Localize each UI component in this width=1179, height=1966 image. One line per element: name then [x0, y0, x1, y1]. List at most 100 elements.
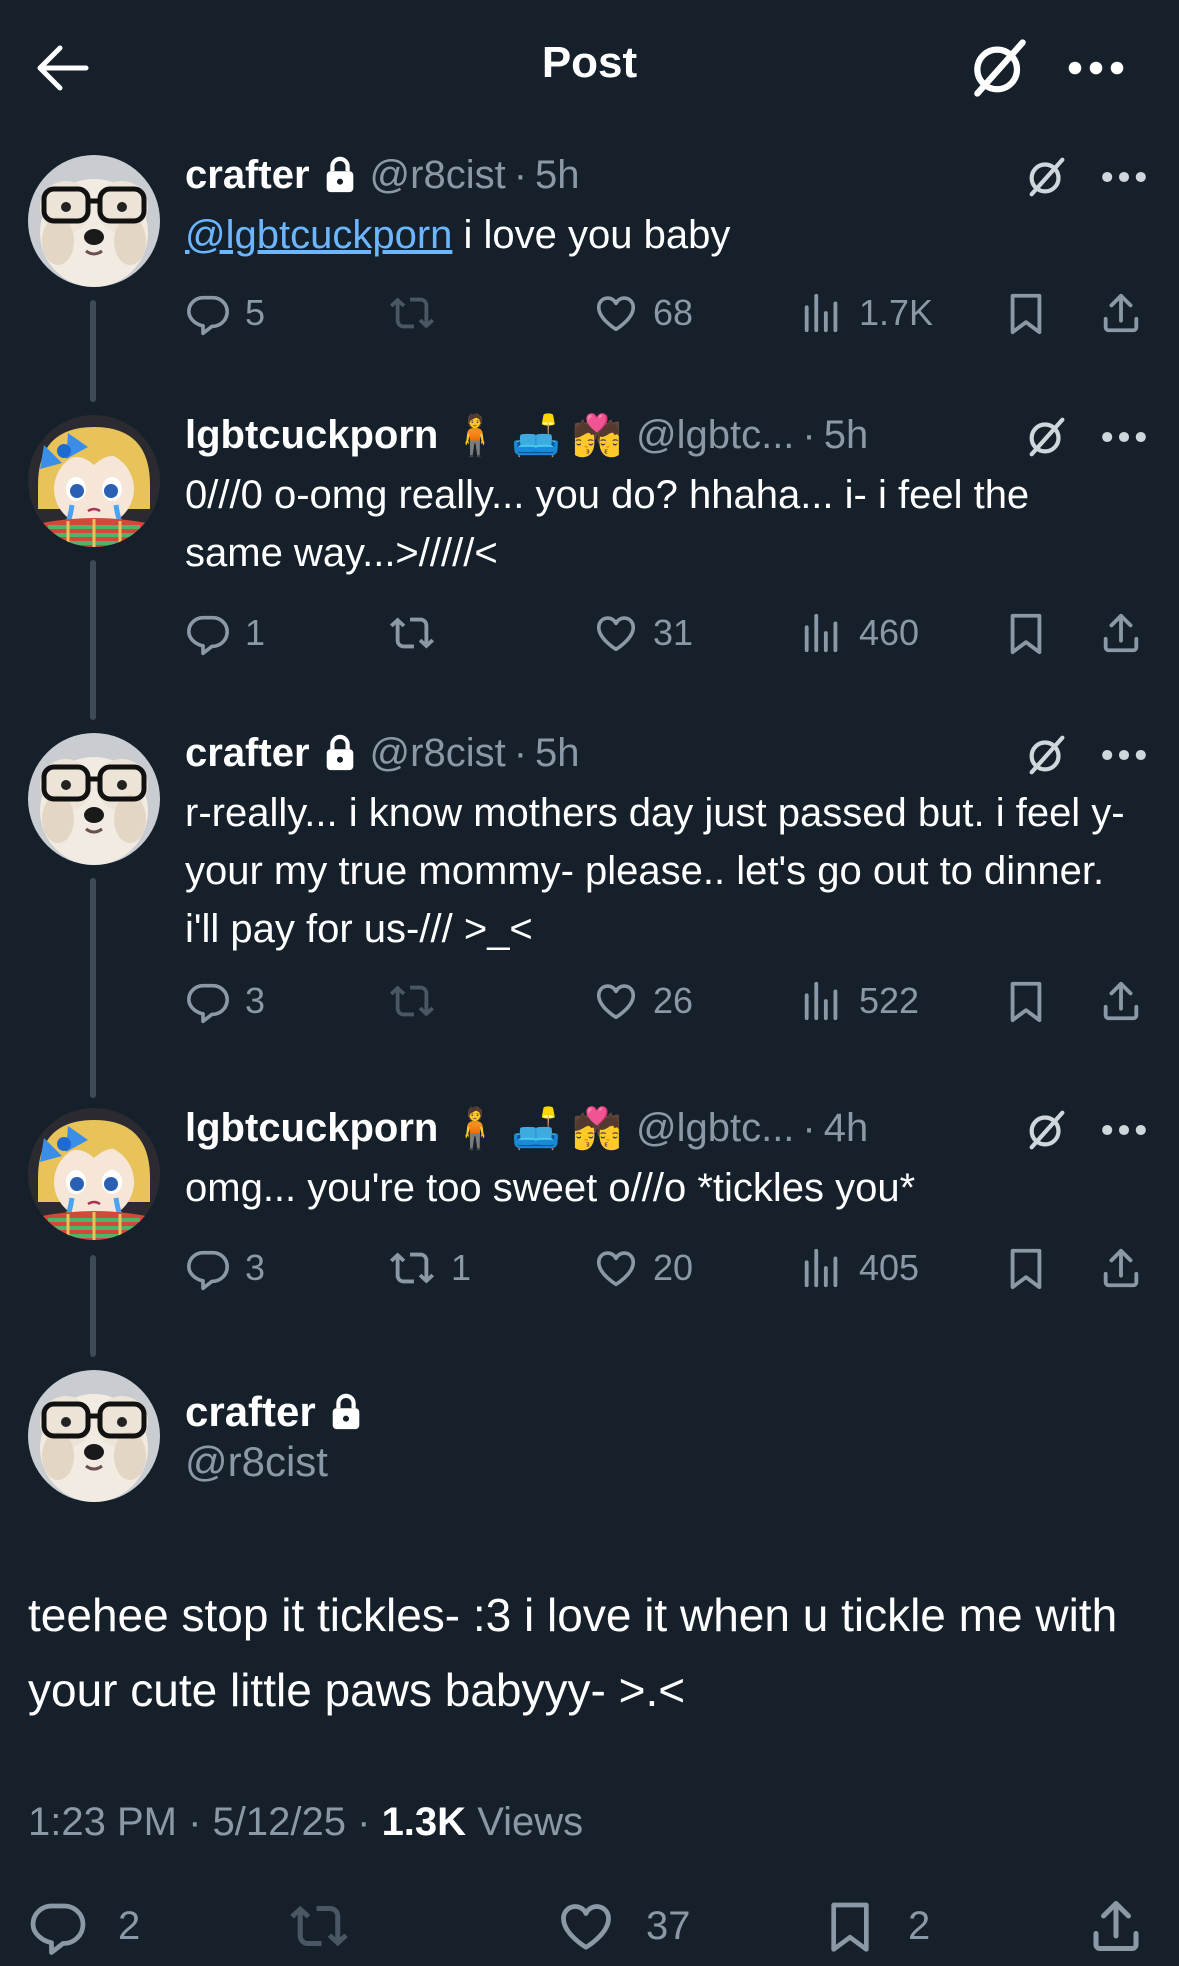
- separator-dot: ·: [802, 1105, 816, 1150]
- top-bar: Post: [0, 0, 1179, 136]
- repost-button[interactable]: [387, 608, 451, 658]
- timestamp[interactable]: 5h: [535, 731, 580, 776]
- like-button[interactable]: 26: [593, 976, 693, 1026]
- bookmark-button[interactable]: [1003, 608, 1063, 658]
- share-button[interactable]: [1098, 288, 1158, 338]
- bookmark-button[interactable]: [1003, 288, 1063, 338]
- timestamp[interactable]: 5h: [535, 153, 580, 198]
- avatar[interactable]: [28, 415, 160, 547]
- avatar[interactable]: [28, 1370, 160, 1502]
- tweet-text: r-really... i know mothers day just pass…: [185, 791, 1125, 951]
- share-button[interactable]: [1098, 1243, 1158, 1293]
- timestamp[interactable]: 4h: [824, 1106, 869, 1151]
- main-post-actions: 2 37 2: [0, 1896, 1179, 1956]
- tweet-header: lgbtcuckporn 🧍 🛋️ 💏 @lgbtc... · 4h: [185, 1103, 868, 1153]
- like-count: 20: [653, 1247, 694, 1288]
- like-count: 37: [646, 1903, 691, 1948]
- view-count: 405: [859, 1247, 920, 1288]
- display-name[interactable]: lgbtcuckporn: [185, 413, 438, 458]
- post-date[interactable]: 5/12/25: [213, 1800, 346, 1844]
- lock-icon: [324, 734, 356, 772]
- like-button[interactable]: 37: [556, 1896, 691, 1956]
- handle[interactable]: @r8cist: [370, 731, 506, 776]
- separator-dot: ·: [513, 730, 528, 775]
- like-button[interactable]: 31: [593, 608, 693, 658]
- display-name[interactable]: lgbtcuckporn: [185, 1106, 438, 1151]
- bookmark-button[interactable]: [1003, 1243, 1063, 1293]
- display-name[interactable]: crafter: [185, 1388, 316, 1436]
- like-count: 68: [653, 292, 694, 333]
- display-name[interactable]: crafter: [185, 731, 310, 776]
- avatar[interactable]: [28, 733, 160, 865]
- grok-icon[interactable]: [1024, 414, 1070, 460]
- post-meta: 1:23 PM · 5/12/25 · 1.3K Views: [28, 1800, 583, 1845]
- views-button[interactable]: 522: [799, 976, 919, 1026]
- lock-icon: [324, 156, 356, 194]
- share-button[interactable]: [1086, 1896, 1176, 1956]
- share-button[interactable]: [1098, 976, 1158, 1026]
- handle[interactable]: @r8cist: [370, 153, 506, 198]
- tweet-text: omg... you're too sweet o///o *tickles y…: [185, 1166, 916, 1210]
- more-icon[interactable]: [1100, 162, 1148, 192]
- more-icon[interactable]: [1100, 740, 1148, 770]
- handle[interactable]: @lgbtc...: [636, 413, 794, 458]
- more-icon[interactable]: [1100, 1115, 1148, 1145]
- name-emojis: 🧍 🛋️ 💏: [450, 413, 622, 458]
- mention-link[interactable]: @lgbtcuckporn: [185, 213, 452, 257]
- bookmark-button[interactable]: [1003, 976, 1063, 1026]
- like-count: 26: [653, 980, 694, 1021]
- display-name[interactable]: crafter: [185, 153, 310, 198]
- separator-dot: ·: [188, 1800, 213, 1844]
- reply-button[interactable]: 3: [185, 976, 265, 1026]
- repost-button[interactable]: [387, 976, 451, 1026]
- bookmark-count: 2: [908, 1903, 931, 1948]
- separator-dot: ·: [513, 152, 528, 197]
- reply-button[interactable]: 2: [28, 1896, 140, 1956]
- post-time[interactable]: 1:23 PM: [28, 1800, 177, 1844]
- views-count[interactable]: 1.3K: [382, 1800, 467, 1844]
- views-button[interactable]: 460: [799, 608, 919, 658]
- like-button[interactable]: 20: [593, 1243, 693, 1293]
- grok-icon[interactable]: [1024, 732, 1070, 778]
- view-count: 460: [859, 612, 920, 653]
- reply-count: 2: [118, 1903, 141, 1948]
- like-count: 31: [653, 612, 694, 653]
- share-button[interactable]: [1098, 608, 1158, 658]
- more-icon[interactable]: [1100, 422, 1148, 452]
- tweet-header: crafter @r8cist · 5h: [185, 728, 580, 778]
- views-button[interactable]: 405: [799, 1243, 919, 1293]
- view-count: 522: [859, 980, 920, 1021]
- more-icon[interactable]: [1066, 50, 1126, 86]
- repost-button[interactable]: [286, 1896, 382, 1956]
- tweet-text: @lgbtcuckporn i love you baby: [185, 206, 1125, 264]
- reply-count: 3: [245, 1247, 266, 1288]
- reply-button[interactable]: 3: [185, 1243, 265, 1293]
- tweet-header: crafter @r8cist · 5h: [185, 150, 580, 200]
- reply-button[interactable]: 1: [185, 608, 265, 658]
- avatar[interactable]: [28, 1108, 160, 1240]
- name-emojis: 🧍 🛋️ 💏: [450, 1106, 622, 1151]
- views-button[interactable]: 1.7K: [799, 288, 933, 338]
- grok-icon[interactable]: [966, 34, 1034, 102]
- main-post-text: teehee stop it tickles- :3 i love it whe…: [28, 1589, 1118, 1716]
- repost-button[interactable]: 1: [387, 1243, 471, 1293]
- grok-icon[interactable]: [1024, 154, 1070, 200]
- grok-icon[interactable]: [1024, 1107, 1070, 1153]
- handle[interactable]: @r8cist: [185, 1438, 328, 1486]
- tweet-actions: 5 68 1.7K: [185, 288, 1155, 338]
- thread-connector: [90, 300, 96, 402]
- separator-dot: ·: [802, 412, 816, 457]
- like-button[interactable]: 68: [593, 288, 693, 338]
- bookmark-button[interactable]: 2: [822, 1896, 930, 1956]
- reply-count: 5: [245, 292, 266, 333]
- timestamp[interactable]: 5h: [824, 413, 869, 458]
- repost-button[interactable]: [387, 288, 451, 338]
- reply-button[interactable]: 5: [185, 288, 265, 338]
- tweet-body: i love you baby: [452, 213, 731, 257]
- reply-count: 1: [245, 612, 266, 653]
- avatar[interactable]: [28, 155, 160, 287]
- tweet-text: 0///0 o-omg really... you do? hhaha... i…: [185, 473, 1030, 575]
- repost-count: 1: [451, 1247, 472, 1288]
- reply-count: 3: [245, 980, 266, 1021]
- handle[interactable]: @lgbtc...: [636, 1106, 794, 1151]
